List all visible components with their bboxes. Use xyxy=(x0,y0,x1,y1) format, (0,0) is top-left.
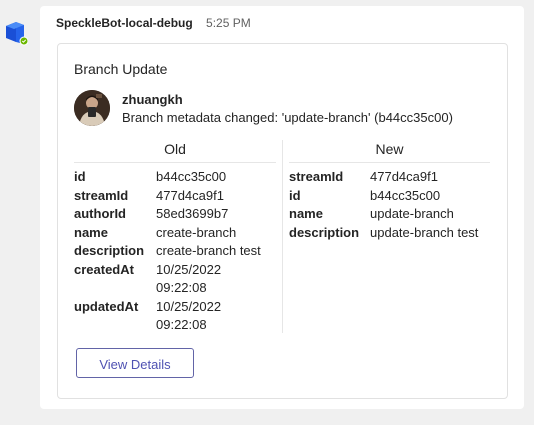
fact-key: description xyxy=(74,243,145,258)
fact-key: authorId xyxy=(74,206,126,221)
fact-value: create-branch test xyxy=(156,243,261,258)
old-values-column: Old id b44cc35c00 streamId 477d4ca9f1 author… xyxy=(74,139,276,335)
fact-row-description: description create-branch test xyxy=(74,242,276,261)
fact-value: b44cc35c00 xyxy=(156,169,227,184)
fact-key: description xyxy=(289,224,360,240)
fact-value: b44cc35c00 xyxy=(370,187,441,203)
fact-value: update-branch xyxy=(370,206,454,221)
fact-value: 477d4ca9f1 xyxy=(370,169,438,184)
message-timestamp: 5:25 PM xyxy=(206,16,251,30)
sender-name: SpeckleBot-local-debug xyxy=(56,16,193,30)
old-heading: Old xyxy=(74,139,276,163)
cube-icon xyxy=(6,22,28,46)
bot-avatar[interactable] xyxy=(4,16,28,46)
view-details-button[interactable]: View Details xyxy=(76,348,194,378)
fact-row-streamid: streamId 477d4ca9f1 xyxy=(289,168,490,187)
card-title: Branch Update xyxy=(74,61,168,77)
fact-key: streamId xyxy=(289,169,344,184)
change-summary: Branch metadata changed: 'update-branch'… xyxy=(122,110,453,125)
fact-key: streamId xyxy=(74,187,129,203)
user-photo-icon xyxy=(74,90,110,126)
fact-row-name: name create-branch xyxy=(74,224,276,243)
fact-row-streamid: streamId 477d4ca9f1 xyxy=(74,187,276,206)
new-fact-list: streamId 477d4ca9f1 id b44cc35c00 name update… xyxy=(289,168,490,242)
fact-key: id xyxy=(289,187,301,203)
fact-key: name xyxy=(289,206,323,221)
new-values-column: New streamId 477d4ca9f1 id b44cc35c00 name up… xyxy=(289,139,490,242)
fact-value: 10/25/2022 09:22:08 xyxy=(156,261,222,296)
fact-value: 10/25/2022 09:22:08 xyxy=(156,298,222,333)
message-bubble: SpeckleBot-local-debug 5:25 PM Branch Up… xyxy=(40,6,524,409)
column-divider xyxy=(282,140,283,333)
fact-key: createdAt xyxy=(74,261,134,277)
fact-row-name: name update-branch xyxy=(289,205,490,224)
user-avatar xyxy=(74,90,110,126)
message-header: SpeckleBot-local-debug 5:25 PM xyxy=(56,16,251,30)
fact-value: 477d4ca9f1 xyxy=(156,187,224,203)
old-fact-list: id b44cc35c00 streamId 477d4ca9f1 authorId 58… xyxy=(74,168,276,335)
fact-row-authorid: authorId 58ed3699b7 xyxy=(74,205,276,224)
user-name: zhuangkh xyxy=(122,92,183,107)
fact-key: id xyxy=(74,169,86,184)
fact-row-createdat: createdAt 10/25/2022 09:22:08 xyxy=(74,261,276,298)
fact-key: name xyxy=(74,224,108,240)
fact-row-id: id b44cc35c00 xyxy=(289,187,490,206)
fact-row-updatedat: updatedAt 10/25/2022 09:22:08 xyxy=(74,298,276,335)
fact-value: create-branch xyxy=(156,224,237,240)
fact-row-id: id b44cc35c00 xyxy=(74,168,276,187)
fact-value: 58ed3699b7 xyxy=(156,206,229,221)
fact-value: update-branch test xyxy=(370,224,479,240)
fact-key: updatedAt xyxy=(74,298,139,314)
fact-row-description: description update-branch test xyxy=(289,224,490,243)
adaptive-card: Branch Update zhuangkh Branch metadata c… xyxy=(57,43,508,399)
new-heading: New xyxy=(289,139,490,163)
